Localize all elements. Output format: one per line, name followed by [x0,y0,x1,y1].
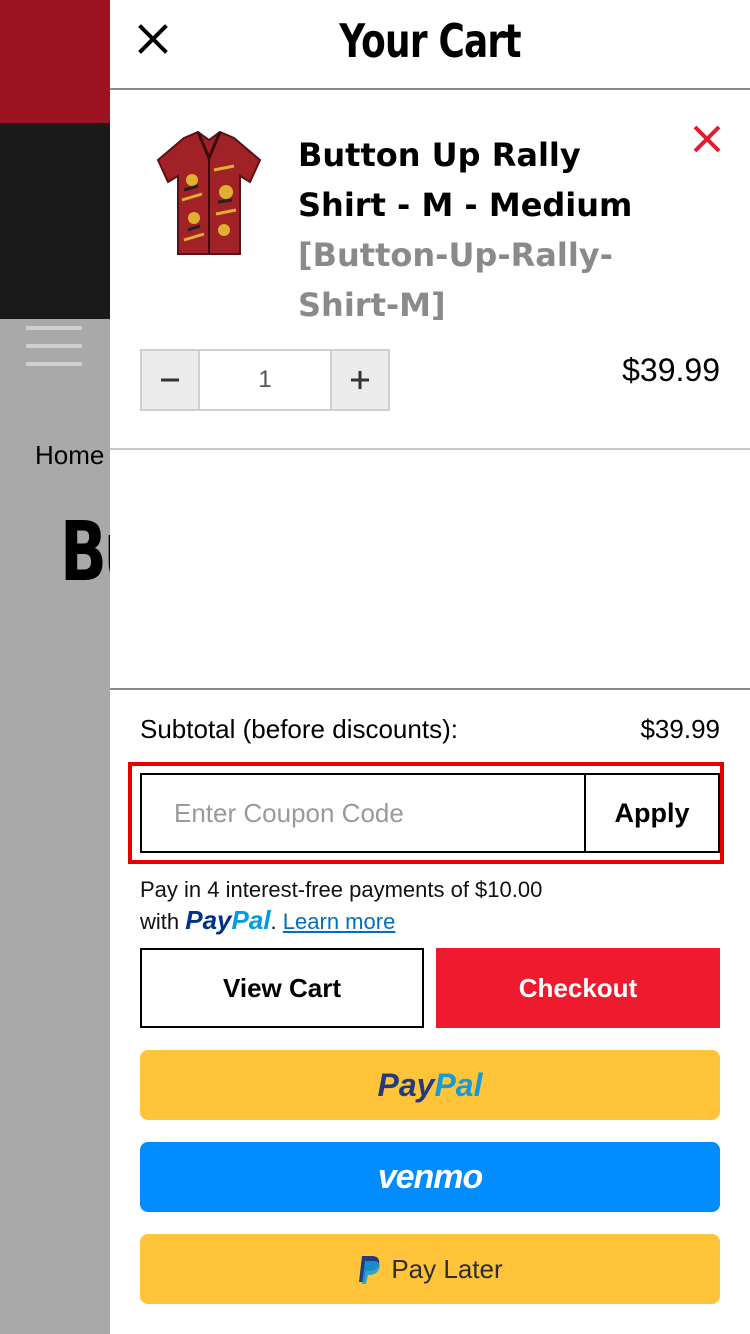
background-page: Home Bu [0,0,110,1334]
product-name[interactable]: Button Up Rally Shirt - M - Medium [298,130,678,230]
paypal-p-icon [359,1256,381,1284]
venmo-logo-icon: venmo [377,1157,484,1196]
cart-header: Your Cart [110,0,750,90]
paypal-logo-icon: PayPal [377,1066,483,1103]
cart-title: Your Cart [339,14,521,68]
cart-item: Button Up Rally Shirt - M - Medium [Butt… [110,90,750,450]
checkout-button[interactable]: Checkout [436,948,720,1028]
increment-button[interactable] [332,351,388,409]
cart-actions: View Cart Checkout [140,948,720,1028]
header-banner [0,0,110,123]
subtotal-value: $39.99 [640,714,720,744]
remove-item-icon[interactable] [692,124,722,154]
item-price: $39.99 [622,352,720,388]
paypal-logo-icon: PayPal [185,905,271,935]
paypal-button[interactable]: PayPal [140,1050,720,1120]
learn-more-link[interactable]: Learn more [283,909,396,934]
subtotal-label: Subtotal (before discounts): [140,714,458,744]
apply-coupon-button[interactable]: Apply [584,775,718,851]
page-title: Bu [60,505,110,600]
with-text: with [140,909,180,934]
coupon-input[interactable] [142,775,584,851]
product-image[interactable] [154,130,264,260]
cart-drawer: Your Cart Button Up Rally Shirt - M - Me… [110,0,750,1334]
decrement-button[interactable] [142,351,198,409]
pay-later-button[interactable]: Pay Later [140,1234,720,1304]
pay-in-4-text: Pay in 4 interest-free payments of $10.0… [140,877,543,902]
coupon-form: Apply [140,773,720,853]
quantity-stepper: 1 [140,349,390,411]
nav-bar [0,123,110,366]
product-sku: [Button-Up-Rally-Shirt-M] [298,236,613,324]
breadcrumb-home[interactable]: Home [35,440,104,471]
venmo-button[interactable]: venmo [140,1142,720,1212]
cart-summary: Subtotal (before discounts): $39.99 Appl… [110,688,750,1304]
paypal-pay-in-4-message: Pay in 4 interest-free payments of $10.0… [140,877,543,935]
pay-later-label: Pay Later [391,1253,503,1284]
quantity-input[interactable]: 1 [197,351,333,409]
view-cart-button[interactable]: View Cart [140,948,424,1028]
menu-icon[interactable] [26,326,82,366]
close-icon[interactable] [136,22,170,56]
